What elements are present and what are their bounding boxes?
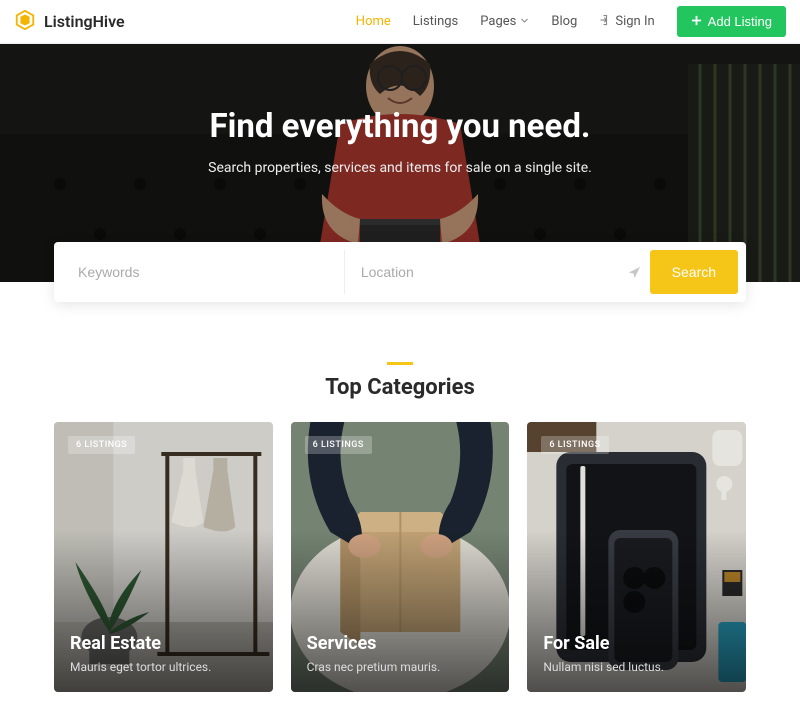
signin-icon — [599, 14, 611, 30]
nav-signin-label: Sign In — [615, 14, 654, 29]
categories-title: Top Categories — [54, 375, 746, 400]
hero-title: Find everything you need. — [210, 107, 591, 146]
category-name: Real Estate — [70, 633, 257, 654]
listings-badge: 6 LISTINGS — [541, 436, 608, 454]
logo-icon — [14, 9, 36, 35]
category-card-for-sale[interactable]: 6 LISTINGS For Sale Nullam nisi sed luct… — [527, 422, 746, 692]
add-listing-label: Add Listing — [708, 14, 772, 29]
header: ListingHive Home Listings Pages Blog Sig… — [0, 0, 800, 44]
category-name: For Sale — [543, 633, 730, 654]
category-name: Services — [307, 633, 494, 654]
brand-name: ListingHive — [44, 12, 125, 31]
listings-badge: 6 LISTINGS — [68, 436, 135, 454]
category-desc: Mauris eget tortor ultrices. — [70, 660, 257, 674]
main-nav: Home Listings Pages Blog Sign In Add Lis… — [356, 6, 786, 37]
nav-listings[interactable]: Listings — [413, 14, 458, 29]
nav-blog[interactable]: Blog — [551, 14, 577, 29]
listings-badge: 6 LISTINGS — [305, 436, 372, 454]
accent-line — [387, 362, 413, 365]
nav-home[interactable]: Home — [356, 14, 391, 29]
category-card-services[interactable]: 6 LISTINGS Services Cras nec pretium mau… — [291, 422, 510, 692]
nav-pages-label: Pages — [480, 14, 516, 29]
plus-icon — [691, 14, 702, 29]
category-desc: Nullam nisi sed luctus. — [543, 660, 730, 674]
hero-subtitle: Search properties, services and items fo… — [208, 160, 592, 176]
hero-content: Find everything you need. Search propert… — [0, 44, 800, 282]
nav-signin[interactable]: Sign In — [599, 14, 654, 30]
top-categories: Top Categories — [54, 362, 746, 692]
nav-pages[interactable]: Pages — [480, 14, 529, 29]
chevron-down-icon — [520, 14, 529, 29]
add-listing-button[interactable]: Add Listing — [677, 6, 786, 37]
brand[interactable]: ListingHive — [14, 9, 125, 35]
category-desc: Cras nec pretium mauris. — [307, 660, 494, 674]
category-card-real-estate[interactable]: 6 LISTINGS Real Estate Mauris eget torto… — [54, 422, 273, 692]
hero: Find everything you need. Search propert… — [0, 44, 800, 282]
